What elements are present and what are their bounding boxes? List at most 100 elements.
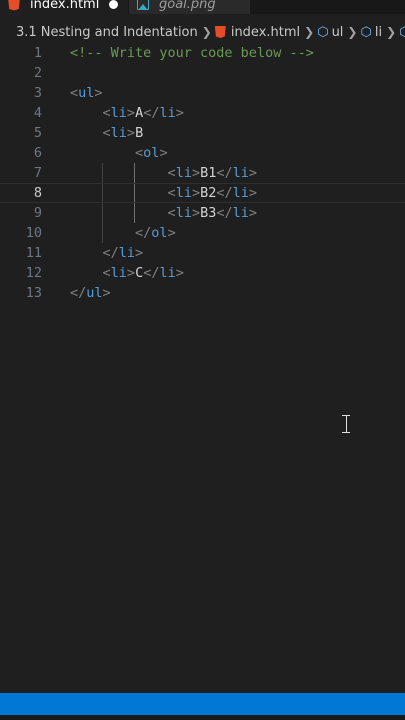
- code-token: li: [159, 265, 176, 281]
- breadcrumb-symbol-label: ul: [331, 24, 344, 40]
- code-line[interactable]: 4 <li>A</li>: [0, 103, 405, 123]
- code-token: >: [167, 225, 176, 241]
- code-token: </: [135, 225, 152, 241]
- code-token: </: [70, 285, 87, 301]
- code-line[interactable]: 11 </li>: [0, 243, 405, 263]
- code-token: </: [216, 185, 233, 201]
- code-text: <li>B: [70, 123, 144, 143]
- code-text: </li>: [70, 243, 144, 263]
- chevron-right-icon: ❯: [201, 25, 212, 39]
- code-token: >: [248, 205, 258, 221]
- code-text: <li>B1</li>: [70, 163, 257, 183]
- code-token: >: [94, 85, 103, 101]
- code-token: >: [135, 245, 144, 261]
- breadcrumb-file-label: index.html: [230, 24, 301, 40]
- code-line[interactable]: 9 <li>B3</li>: [0, 203, 405, 223]
- code-text: <ol>: [70, 143, 168, 163]
- code-token: C: [135, 265, 144, 281]
- code-token: >: [175, 265, 184, 281]
- code-token: li: [175, 185, 192, 201]
- breadcrumb-file[interactable]: index.html: [214, 24, 301, 40]
- code-token: >: [102, 285, 111, 301]
- line-number: 5: [33, 125, 42, 141]
- tab-label: goal.png: [159, 0, 216, 12]
- code-token: ul: [86, 285, 103, 301]
- code-line[interactable]: 8 <li>B2</li>: [0, 183, 405, 203]
- html5-icon: [8, 0, 20, 11]
- code-token: </: [143, 265, 160, 281]
- code-text: <li>B3</li>: [70, 203, 257, 223]
- code-token: >: [191, 185, 201, 201]
- breadcrumb-folder[interactable]: 3.1 Nesting and Indentation: [16, 25, 198, 40]
- code-line[interactable]: 7 <li>B1</li>: [0, 163, 405, 183]
- code-text: </ol>: [70, 223, 176, 243]
- code-token: li: [110, 265, 127, 281]
- breadcrumb-symbol-li[interactable]: ⬡ li: [360, 25, 382, 40]
- code-token: li: [110, 125, 127, 141]
- chevron-right-icon: ❯: [386, 25, 397, 39]
- line-number: 13: [25, 285, 42, 301]
- code-line[interactable]: 1 <!-- Write your code below -->: [0, 43, 405, 63]
- line-number: 1: [33, 45, 42, 61]
- code-line[interactable]: 12 <li>C</li>: [0, 263, 405, 283]
- line-number: 3: [33, 85, 42, 101]
- code-line[interactable]: 3 <ul>: [0, 83, 405, 103]
- code-line[interactable]: 5 <li>B: [0, 123, 405, 143]
- code-token: </: [216, 205, 233, 221]
- code-text: </ul>: [70, 283, 111, 303]
- code-token: ol: [143, 145, 160, 161]
- image-icon: [137, 0, 149, 10]
- line-number: 12: [25, 265, 42, 281]
- unsaved-dot-icon[interactable]: [109, 0, 119, 9]
- status-bar[interactable]: [0, 693, 405, 715]
- breadcrumb-symbol-ul[interactable]: ⬡ ul: [317, 25, 343, 40]
- line-number: 7: [33, 165, 42, 181]
- line-number: 8: [33, 185, 42, 201]
- breadcrumb-symbol-label: li: [374, 24, 383, 40]
- code-editor[interactable]: 1 <!-- Write your code below --> 2 3 <ul> 4 <…: [0, 43, 405, 693]
- bottom-strip: [0, 715, 405, 720]
- code-token: >: [159, 145, 168, 161]
- tab-index-html[interactable]: index.html: [0, 0, 128, 14]
- text-cursor-icon: [342, 415, 350, 433]
- tab-goal-png[interactable]: goal.png: [129, 0, 250, 14]
- html5-icon: [214, 26, 226, 38]
- code-token: >: [175, 105, 184, 121]
- code-line[interactable]: 13 </ul>: [0, 283, 405, 303]
- code-token: </: [216, 165, 233, 181]
- code-token: </: [143, 105, 160, 121]
- code-token: B1: [200, 165, 217, 181]
- code-line[interactable]: 6 <ol>: [0, 143, 405, 163]
- code-token: <: [167, 205, 176, 221]
- symbol-cube-icon: ⬡: [317, 24, 329, 40]
- code-text: <!-- Write your code below -->: [70, 43, 314, 63]
- line-number: 4: [33, 105, 42, 121]
- code-token: ol: [151, 225, 168, 241]
- line-number: 11: [25, 245, 42, 261]
- breadcrumb: 3.1 Nesting and Indentation ❯ index.html…: [0, 21, 405, 43]
- code-token: >: [248, 165, 258, 181]
- code-token: B3: [200, 205, 217, 221]
- code-token: B: [135, 125, 144, 141]
- symbol-cube-icon: ⬡: [399, 24, 405, 40]
- line-number: 9: [33, 205, 42, 221]
- code-line[interactable]: 2: [0, 63, 405, 83]
- code-line[interactable]: 10 </ol>: [0, 223, 405, 243]
- code-text: <ul>: [70, 83, 103, 103]
- code-token: <: [167, 165, 176, 181]
- code-token: li: [159, 105, 176, 121]
- code-text: <li>A</li>: [70, 103, 184, 123]
- code-token: ul: [78, 85, 95, 101]
- tab-bar: index.html goal.png: [0, 0, 405, 14]
- code-token: <!-- Write your code below -->: [70, 45, 314, 61]
- code-token: </: [102, 245, 119, 261]
- symbol-cube-icon: ⬡: [360, 24, 372, 40]
